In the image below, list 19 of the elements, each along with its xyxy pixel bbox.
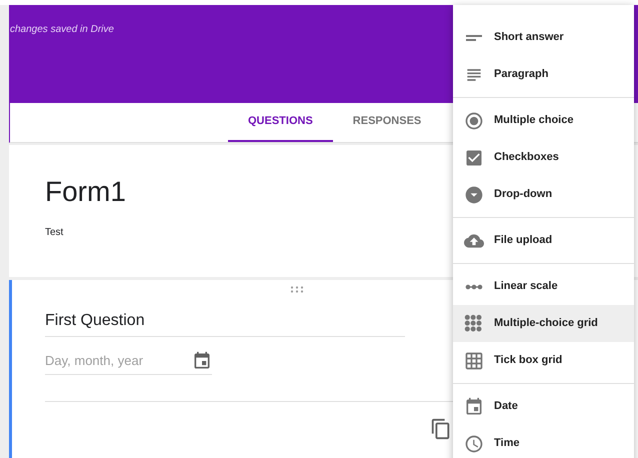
menu-item[interactable]: File upload [453, 222, 634, 259]
menu-item[interactable]: Time [453, 425, 634, 458]
menu-item[interactable]: Drop-down [453, 176, 634, 213]
menu-item[interactable]: Checkboxes [453, 139, 634, 176]
tab[interactable]: QUESTIONS [228, 103, 333, 142]
menu-item[interactable]: Tick box grid [453, 342, 634, 379]
menu-item[interactable]: Multiple-choice grid [453, 305, 634, 342]
tab[interactable]: RESPONSES [332, 103, 442, 142]
date-field[interactable]: Day, month, year [45, 351, 212, 375]
menu-item[interactable]: Multiple choice [453, 102, 634, 139]
save-status: changes saved in Drive [10, 24, 114, 35]
menu-item[interactable]: Linear scale [453, 268, 634, 305]
menu-item[interactable]: Short answer [453, 19, 634, 56]
menu-item[interactable]: Paragraph [453, 56, 634, 93]
question-title[interactable]: First Question [45, 312, 145, 329]
form-description: Test [45, 226, 64, 240]
form-title: Form1 [45, 175, 126, 209]
menu-item[interactable]: Date [453, 388, 634, 425]
date-input[interactable]: Day, month, year [45, 351, 175, 371]
